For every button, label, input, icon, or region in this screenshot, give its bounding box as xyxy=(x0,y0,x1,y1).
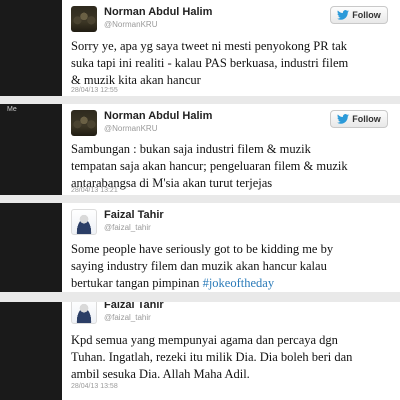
separator xyxy=(0,96,400,104)
timestamp: 28/04/13 13:21 xyxy=(71,187,118,194)
user-name[interactable]: Norman Abdul Halim xyxy=(104,110,212,122)
user-handle[interactable]: @faizal_tahir xyxy=(104,313,151,322)
left-sidebar xyxy=(0,203,62,292)
tweet-text-segment: bertukar tangan pimpinan xyxy=(71,276,203,290)
avatar[interactable] xyxy=(71,302,97,324)
timestamp: 28/04/13 13:58 xyxy=(71,383,118,390)
follow-button[interactable]: Follow xyxy=(330,110,388,128)
tweet-card: Faizal Tahir @faizal_tahir Kpd semua yan… xyxy=(62,302,396,400)
follow-label: Follow xyxy=(352,10,381,20)
user-handle[interactable]: @NormanKRU xyxy=(104,124,157,133)
tweet-line: bertukar tangan pimpinan #jokeoftheday xyxy=(71,275,388,292)
user-handle[interactable]: @faizal_tahir xyxy=(104,223,151,232)
tweet-text: Some people have seriously got to be kid… xyxy=(71,241,388,292)
tweet-line: Sambungan : bukan saja industri filem & … xyxy=(71,142,311,156)
me-label: Me xyxy=(7,106,17,113)
twitter-bird-icon xyxy=(337,114,350,124)
follow-button[interactable]: Follow xyxy=(330,6,388,24)
user-name[interactable]: Faizal Tahir xyxy=(104,209,164,221)
left-sidebar xyxy=(0,302,62,400)
user-name[interactable]: Faizal Tahir xyxy=(104,302,164,311)
avatar[interactable] xyxy=(71,110,97,136)
tweet-text: Sorry ye, apa yg saya tweet ni mesti pen… xyxy=(71,38,388,89)
tweet-text: Kpd semua yang mempunyai agama dan perca… xyxy=(71,332,388,383)
twitter-bird-icon xyxy=(337,10,350,20)
user-handle[interactable]: @NormanKRU xyxy=(104,20,157,29)
tweet-line: & muzik kita akan hancur xyxy=(71,73,201,87)
follow-label: Follow xyxy=(352,114,381,124)
tweet-line: ambil sesuka Dia. Allah Maha Adil. xyxy=(71,367,250,381)
tweet-card: Faizal Tahir @faizal_tahir Some people h… xyxy=(62,203,396,292)
tweet-line: suka tapi ini realiti - kalau PAS berkua… xyxy=(71,56,349,70)
left-sidebar: Me xyxy=(0,104,62,195)
separator xyxy=(0,195,400,203)
left-sidebar xyxy=(0,0,62,96)
tweet-card: Norman Abdul Halim @NormanKRU Follow Sor… xyxy=(62,0,396,96)
tweet-text: Sambungan : bukan saja industri filem & … xyxy=(71,141,388,192)
tweet-line: Kpd semua yang mempunyai agama dan perca… xyxy=(71,333,338,347)
tweet-line: tempatan saja akan hancur; pengeluaran f… xyxy=(71,159,348,173)
tweet-line: Tuhan. Ingatlah, rezeki itu milik Dia. D… xyxy=(71,350,353,364)
hashtag-link[interactable]: #jokeoftheday xyxy=(203,276,275,290)
user-name[interactable]: Norman Abdul Halim xyxy=(104,6,212,18)
tweet-line: Sorry ye, apa yg saya tweet ni mesti pen… xyxy=(71,39,347,53)
avatar[interactable] xyxy=(71,6,97,32)
timestamp: 28/04/13 12:55 xyxy=(71,87,118,94)
tweet-line: Some people have seriously got to be kid… xyxy=(71,242,334,256)
avatar[interactable] xyxy=(71,209,97,235)
tweet-line: saying industry filem dan muzik akan han… xyxy=(71,259,327,273)
tweet-card: Norman Abdul Halim @NormanKRU Follow Sam… xyxy=(62,104,396,195)
separator xyxy=(0,292,400,302)
tweet-line: antarabangsa di M'sia akan turut terjeja… xyxy=(71,176,273,190)
